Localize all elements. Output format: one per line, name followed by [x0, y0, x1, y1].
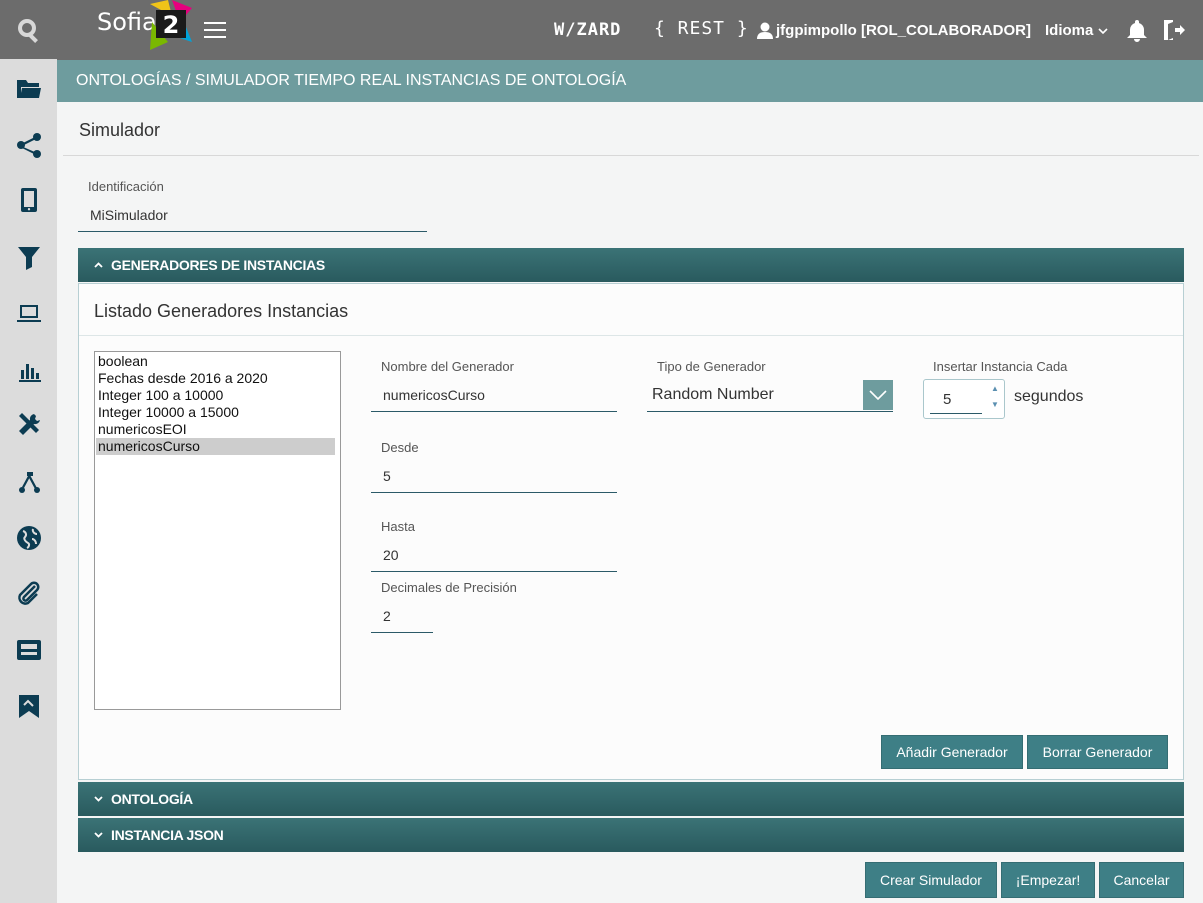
generator-type-select[interactable]: Random Number	[647, 380, 893, 412]
tools-icon[interactable]	[0, 405, 57, 445]
accordion-ontology[interactable]: ONTOLOGÍA	[78, 782, 1184, 816]
flow-icon[interactable]	[0, 462, 57, 502]
accordion-ontology-label: ONTOLOGÍA	[111, 791, 193, 807]
chevron-down-icon	[1097, 28, 1108, 35]
insert-every-label: Insertar Instancia Cada	[933, 359, 1068, 374]
list-item-selected[interactable]: numericosCurso	[96, 438, 335, 455]
list-item[interactable]: boolean	[96, 353, 335, 370]
add-generator-button[interactable]: Añadir Generador	[881, 735, 1023, 769]
from-input[interactable]: 5	[383, 468, 391, 484]
accordion-json-label: INSTANCIA JSON	[111, 827, 224, 843]
to-label: Hasta	[381, 519, 415, 534]
globe-icon[interactable]	[0, 518, 57, 558]
title-divider	[63, 155, 1199, 156]
accordion-generators[interactable]: GENERADORES DE INSTANCIAS	[78, 248, 1184, 282]
accordion-json-instance[interactable]: INSTANCIA JSON	[78, 818, 1184, 852]
chevron-down-icon	[94, 793, 103, 805]
user-menu[interactable]: jfgpimpollo [ROL_COLABORADOR]	[757, 22, 1031, 39]
filter-icon[interactable]	[0, 237, 57, 277]
api-icon[interactable]	[0, 630, 57, 670]
from-underline	[371, 492, 617, 493]
identification-input[interactable]: MiSimulador	[90, 207, 168, 223]
list-item[interactable]: Integer 10000 a 15000	[96, 404, 335, 421]
logout-icon[interactable]	[1161, 18, 1185, 42]
cancel-button[interactable]: Cancelar	[1099, 862, 1184, 898]
panel-divider	[79, 335, 1183, 336]
bell-icon[interactable]	[1125, 18, 1149, 42]
bar-chart-icon[interactable]	[0, 350, 57, 390]
start-button[interactable]: ¡Empezar!	[1001, 862, 1095, 898]
page-title: Simulador	[79, 120, 161, 140]
insert-every-input[interactable]: 5	[930, 386, 982, 414]
bookmark-icon[interactable]	[0, 686, 57, 726]
to-underline	[371, 571, 617, 572]
insert-every-unit: segundos	[1014, 388, 1084, 405]
create-simulator-button[interactable]: Crear Simulador	[865, 862, 997, 898]
sofia-logo[interactable]: 2	[148, 0, 194, 52]
mobile-icon[interactable]	[0, 180, 57, 220]
language-menu[interactable]: Idioma	[1045, 22, 1108, 39]
identification-label: Identificación	[88, 179, 164, 194]
paperclip-icon[interactable]	[0, 574, 57, 614]
list-item[interactable]: Integer 100 a 10000	[96, 387, 335, 404]
generator-name-input[interactable]: numericosCurso	[383, 387, 485, 403]
folder-icon[interactable]	[0, 68, 57, 108]
search-icon[interactable]	[0, 0, 57, 59]
identification-underline	[78, 231, 427, 232]
chevron-down-icon	[863, 380, 893, 410]
decimals-input[interactable]: 2	[383, 608, 391, 624]
share-icon[interactable]	[0, 125, 57, 165]
rest-link[interactable]: { REST }	[654, 18, 749, 39]
sidebar	[0, 0, 57, 903]
insert-every-stepper[interactable]: 5 ▲ ▼	[923, 379, 1005, 419]
language-label: Idioma	[1045, 22, 1094, 39]
stepper-up-icon[interactable]: ▲	[990, 384, 1000, 398]
menu-icon[interactable]	[204, 22, 226, 38]
decimals-underline	[371, 632, 433, 633]
chevron-up-icon	[94, 259, 103, 271]
list-item[interactable]: numericosEOI	[96, 421, 335, 438]
generator-name-label: Nombre del Generador	[381, 359, 514, 374]
top-bar: Sofia 2 W/ZARD { REST } jfgpimpollo [ROL…	[57, 0, 1203, 60]
decimals-label: Decimales de Precisión	[381, 580, 517, 595]
user-icon	[757, 22, 773, 39]
to-input[interactable]: 20	[383, 547, 399, 563]
chevron-down-icon	[94, 829, 103, 841]
brand-number: 2	[163, 11, 180, 39]
generator-listbox[interactable]: boolean Fechas desde 2016 a 2020 Integer…	[94, 351, 341, 710]
generator-type-label: Tipo de Generador	[657, 359, 766, 374]
accordion-generators-label: GENERADORES DE INSTANCIAS	[111, 257, 325, 273]
laptop-icon[interactable]	[0, 293, 57, 333]
stepper-down-icon[interactable]: ▼	[990, 400, 1000, 414]
from-label: Desde	[381, 440, 419, 455]
list-item[interactable]: Fechas desde 2016 a 2020	[96, 370, 335, 387]
generators-panel: Listado Generadores Instancias boolean F…	[78, 283, 1184, 780]
wizard-link[interactable]: W/ZARD	[554, 20, 621, 40]
breadcrumb: ONTOLOGÍAS / SIMULADOR TIEMPO REAL INSTA…	[57, 60, 1203, 102]
generator-name-underline	[371, 411, 617, 412]
user-name: jfgpimpollo [ROL_COLABORADOR]	[776, 22, 1031, 39]
panel-title: Listado Generadores Instancias	[94, 301, 349, 321]
generator-type-value: Random Number	[652, 386, 774, 403]
delete-generator-button[interactable]: Borrar Generador	[1027, 735, 1168, 769]
